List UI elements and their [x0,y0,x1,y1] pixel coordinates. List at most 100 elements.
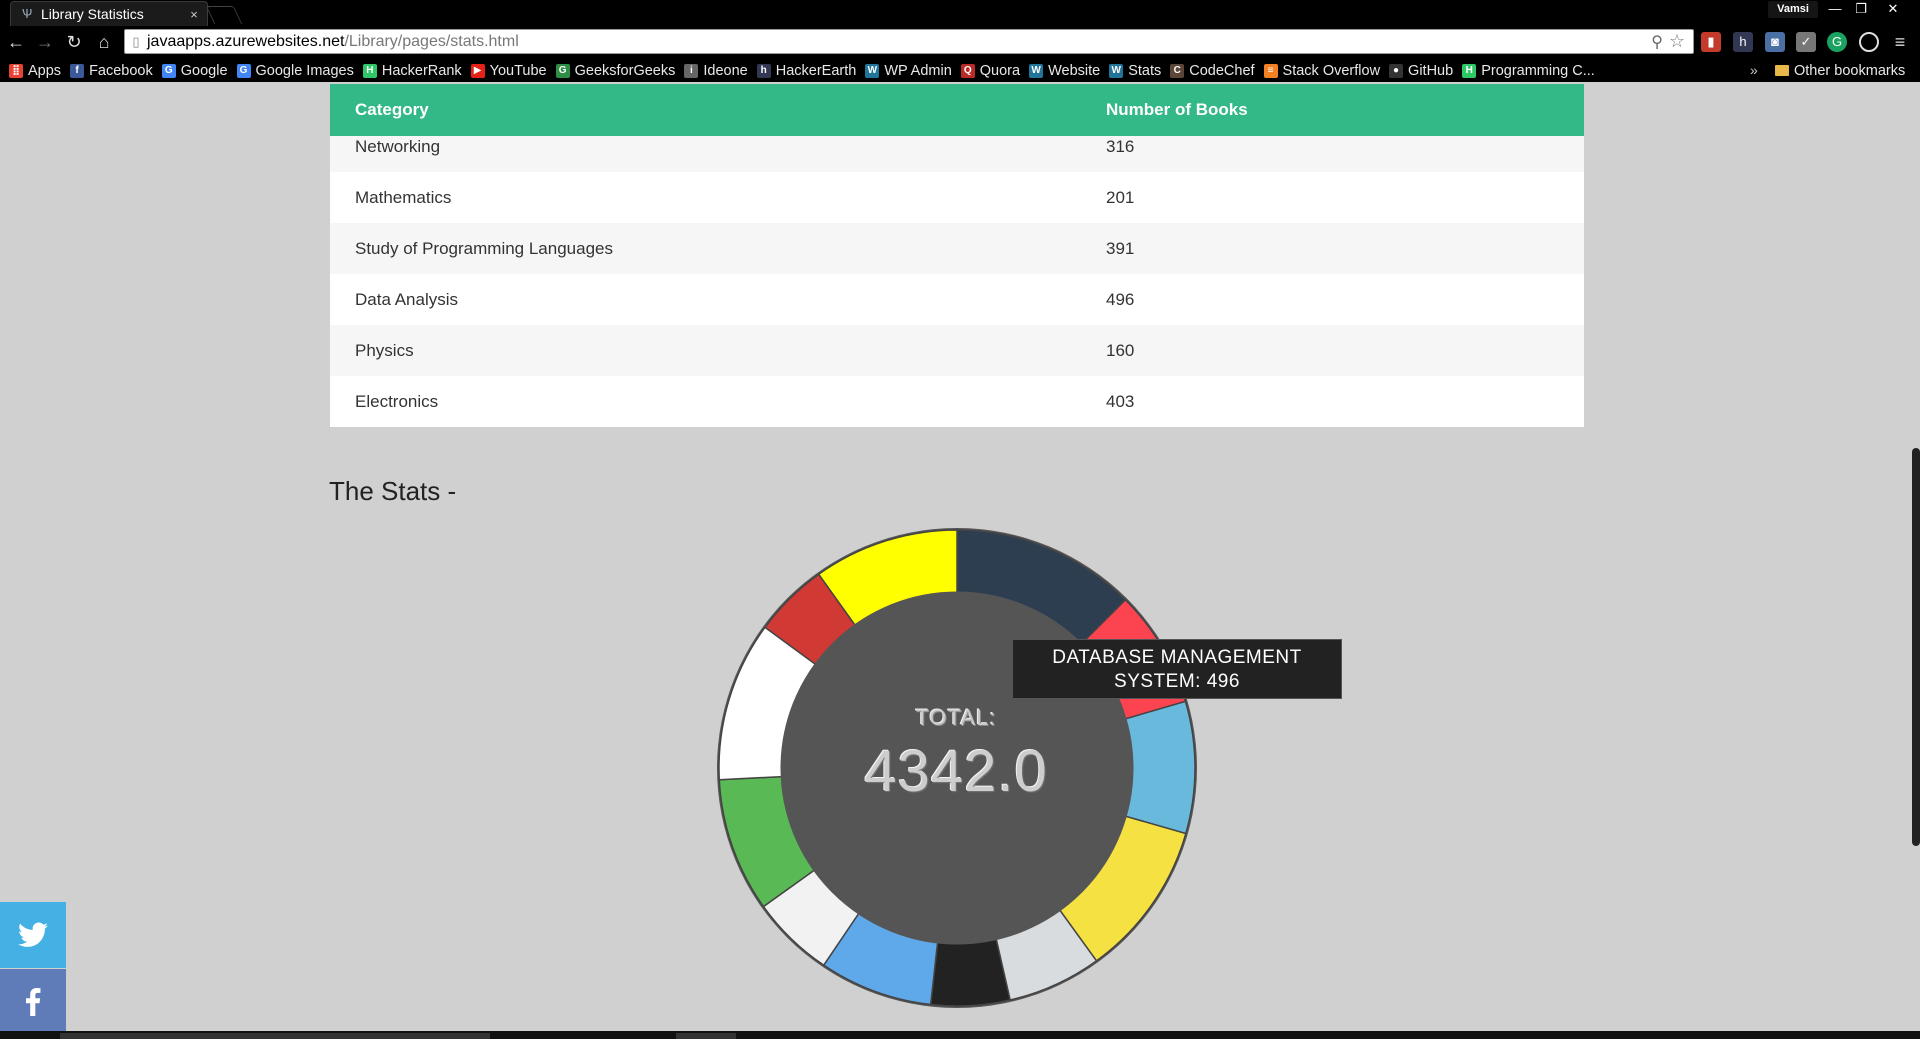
bookmark-item[interactable]: i Ideone [684,62,748,79]
table-row: Electronics 403 [330,376,1584,427]
extension-hackerearth-icon[interactable]: h [1733,32,1753,52]
bookmark-item[interactable]: ⣿ Apps [9,63,61,79]
bookmark-item[interactable]: H Programming C... [1462,63,1595,79]
browser-titlebar: Ѱ Library Statistics × Vamsi — ❐ ✕ [0,0,1920,26]
twitter-share-button[interactable] [0,902,66,968]
address-bar[interactable]: ▯ javaapps.azurewebsites.net/Library/pag… [124,29,1694,54]
table-row: Study of Programming Languages 391 [330,223,1584,274]
stats-heading: The Stats - [329,476,457,506]
wordpress-icon: W [1109,63,1124,78]
facebook-icon [26,988,41,1016]
scrollbar-thumb[interactable] [1912,448,1920,846]
bookmark-label: Google Images [255,62,354,79]
bookmark-label: Ideone [703,62,748,79]
extension-circle-icon[interactable] [1859,32,1879,52]
header-number-of-books: Number of Books [1106,100,1248,119]
bookmark-item[interactable]: C CodeChef [1170,63,1255,79]
cell-category: Networking [355,137,441,156]
bookmark-item[interactable]: G GeeksforGeeks [555,63,675,79]
zoom-icon[interactable]: ⚲ [1651,32,1663,52]
bookmark-item[interactable]: h HackerEarth [756,62,857,79]
cell-count: 201 [1106,187,1135,207]
bookmark-item[interactable]: G Google Images [236,62,354,79]
google-icon: G [236,63,251,78]
bookmark-label: GitHub [1408,62,1454,79]
bookmark-item[interactable]: ▶ YouTube [470,63,547,79]
new-tab-button[interactable] [205,6,243,24]
table-body: Networking 316 Mathematics 201 Study of Prog… [330,136,1584,427]
extension-camera-icon[interactable]: ◙ [1765,32,1785,52]
bookmark-item[interactable]: ● GitHub [1389,63,1453,79]
ideone-icon: i [684,63,699,78]
wordpress-icon: W [865,63,880,78]
bookmarks-overflow-button[interactable]: » [1750,62,1758,78]
cell-category: Study of Programming Languages [355,238,613,258]
hackerrank-icon: H [1462,63,1477,78]
menu-icon[interactable]: ≡ [1890,32,1910,52]
folder-icon [1775,65,1789,76]
bookmark-label: Apps [28,62,62,79]
twitter-icon [18,922,48,947]
bookmark-label: Programming C... [1481,62,1595,79]
bookmark-item[interactable]: W Stats [1109,63,1161,79]
table-header: Category Number of Books [330,84,1584,136]
reload-icon[interactable]: ↻ [62,30,86,54]
taskbar-item[interactable] [676,1033,736,1039]
other-bookmarks-button[interactable]: Other bookmarks [1775,59,1905,82]
url-path: /Library/pages/stats.html [344,32,519,50]
taskbar [0,1031,1920,1039]
page-info-icon[interactable]: ▯ [125,34,147,50]
header-category: Category [355,100,429,119]
total-label: TOTAL: [915,705,997,730]
minimize-icon[interactable]: — [1822,0,1848,18]
tooltip-line-1: DATABASE MANAGEMENT [1052,647,1302,668]
window-close-icon[interactable]: ✕ [1880,0,1906,18]
apps-grid-icon: ⣿ [9,63,23,78]
bookmark-label: Stack Overflow [1282,62,1381,79]
facebook-icon: f [70,63,85,78]
table-row: Physics 160 [330,325,1584,376]
total-value: 4342.0 [864,739,1048,804]
forward-arrow-icon[interactable]: → [33,30,57,54]
cell-count: 403 [1106,391,1135,411]
cell-count: 316 [1106,137,1135,156]
extension-bookmark-icon[interactable]: ▮ [1701,32,1721,52]
youtube-icon: ▶ [470,63,485,78]
donut-segment[interactable] [929,937,1012,1007]
bookmark-item[interactable]: Q Quora [960,63,1020,79]
geeksforgeeks-icon: G [555,63,570,78]
bookmark-label: HackerEarth [775,62,857,79]
table-row: Data Analysis 496 [330,274,1584,325]
home-icon[interactable]: ⌂ [92,30,116,54]
donut-segment[interactable] [1124,700,1196,835]
bookmark-label: HackerRank [381,62,462,79]
taskbar-item[interactable] [60,1033,490,1039]
cell-category: Physics [355,340,414,360]
tab-close-icon[interactable]: × [185,7,203,22]
google-icon: G [161,63,176,78]
bookmark-item[interactable]: G Google [161,63,228,79]
quora-icon: Q [960,63,975,78]
facebook-share-button[interactable] [0,969,66,1035]
bookmarks-bar: ⣿ Apps f Facebook G Google G Google Images H Hack… [0,59,1920,82]
bookmark-item[interactable]: f Facebook [70,63,153,79]
extension-grammarly-icon[interactable]: G [1827,32,1847,52]
profile-name-button[interactable]: Vamsi [1768,1,1818,18]
page-favicon-icon: Ѱ [21,6,33,21]
restore-icon[interactable]: ❐ [1848,0,1874,18]
bookmark-item[interactable]: W WP Admin [865,63,952,79]
bookmark-item[interactable]: H HackerRank [362,62,462,79]
bookmark-item[interactable]: W Website [1029,63,1100,79]
tooltip-line-2: SYSTEM: 496 [1114,671,1240,692]
bookmark-item[interactable]: ≡ Stack Overflow [1263,62,1381,79]
browser-tab[interactable]: Ѱ Library Statistics × [10,1,208,26]
cell-count: 496 [1106,289,1135,309]
back-arrow-icon[interactable]: ← [4,30,28,54]
extension-checkmark-icon[interactable]: ✓ [1796,32,1816,52]
chart-tooltip: DATABASE MANAGEMENT SYSTEM: 496 [1012,639,1342,699]
bookmark-star-icon[interactable]: ☆ [1669,31,1685,52]
cell-category: Data Analysis [355,289,458,309]
cell-category: Electronics [355,391,439,411]
browser-toolbar: ← → ↻ ⌂ ▯ javaapps.azurewebsites.net/Lib… [0,26,1920,59]
category-table: Category Number of Books Networking 316 Ma… [330,84,1584,427]
